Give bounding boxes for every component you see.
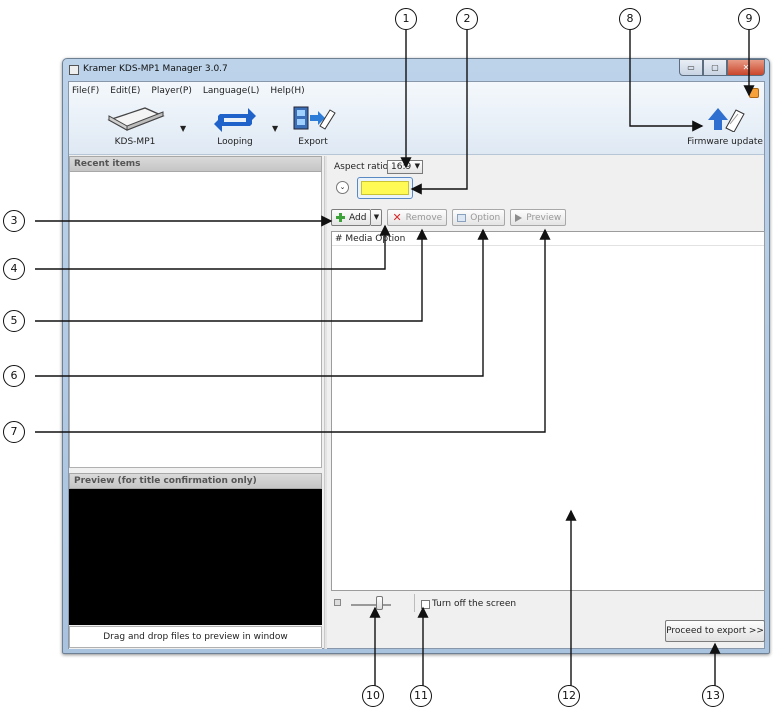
minimize-button[interactable]: ▭ bbox=[679, 59, 703, 76]
maximize-button[interactable]: ▢ bbox=[703, 59, 727, 76]
media-list-header: # Media Option bbox=[332, 232, 764, 246]
callout-4: 4 bbox=[3, 258, 25, 280]
callout-10: 10 bbox=[362, 685, 384, 707]
preview-window[interactable] bbox=[69, 489, 322, 625]
app-icon bbox=[69, 65, 79, 75]
add-button[interactable]: Add bbox=[331, 209, 372, 226]
looping-icon bbox=[214, 108, 256, 132]
client-area: File(F) Edit(E) Player(P) Language(L) He… bbox=[68, 81, 765, 649]
media-list[interactable]: # Media Option bbox=[331, 231, 765, 591]
preview-button[interactable]: Preview bbox=[510, 209, 567, 226]
menu-edit[interactable]: Edit(E) bbox=[109, 85, 141, 97]
window-title: Kramer KDS-MP1 Manager 3.0.7 bbox=[83, 64, 228, 74]
export-label: Export bbox=[298, 137, 328, 147]
footer-divider bbox=[414, 594, 415, 612]
speaker-icon bbox=[334, 599, 341, 606]
app-window: Kramer KDS-MP1 Manager 3.0.7 ▭ ▢ ✕ File(… bbox=[62, 58, 770, 654]
option-icon bbox=[457, 213, 467, 222]
remove-label: Remove bbox=[405, 212, 443, 223]
remove-button[interactable]: ✕ Remove bbox=[387, 209, 448, 226]
drag-drop-hint: Drag and drop files to preview in window bbox=[69, 626, 322, 648]
menu-file[interactable]: File(F) bbox=[71, 85, 100, 97]
aspect-ratio-value: 16:9 bbox=[391, 162, 412, 172]
chevron-down-icon: ▼ bbox=[414, 162, 420, 170]
looping-tool[interactable]: Looping bbox=[209, 104, 261, 147]
callout-6: 6 bbox=[3, 365, 25, 387]
expand-toggle[interactable]: ⌄ bbox=[336, 181, 349, 194]
export-icon bbox=[293, 106, 336, 130]
callout-3: 3 bbox=[3, 210, 25, 232]
title-bar[interactable]: Kramer KDS-MP1 Manager 3.0.7 ▭ ▢ ✕ bbox=[63, 59, 769, 81]
device-tool[interactable]: KDS-MP1 bbox=[99, 104, 171, 147]
callout-11: 11 bbox=[410, 685, 432, 707]
aspect-ratio-label: Aspect ratio bbox=[334, 162, 389, 172]
ribbon: File(F) Edit(E) Player(P) Language(L) He… bbox=[69, 82, 764, 155]
window-controls: ▭ ▢ ✕ bbox=[679, 59, 765, 76]
media-toolbar: Add ▼ ✕ Remove Option Preview bbox=[331, 209, 567, 226]
callout-8: 8 bbox=[619, 8, 641, 30]
close-button[interactable]: ✕ bbox=[727, 59, 765, 76]
remove-icon: ✕ bbox=[392, 211, 402, 224]
callout-9: 9 bbox=[738, 8, 760, 30]
menu-player[interactable]: Player(P) bbox=[150, 85, 192, 97]
proceed-to-export-button[interactable]: Proceed to export >> bbox=[665, 620, 765, 642]
add-label: Add bbox=[349, 212, 367, 223]
left-panel: Recent items Preview (for title confirma… bbox=[69, 156, 322, 649]
help-icon[interactable] bbox=[749, 88, 759, 98]
export-tool[interactable]: Export bbox=[289, 104, 337, 147]
volume-track bbox=[351, 604, 391, 606]
menu-bar: File(F) Edit(E) Player(P) Language(L) He… bbox=[71, 85, 306, 97]
recent-items-list[interactable] bbox=[69, 172, 322, 468]
option-button[interactable]: Option bbox=[452, 209, 506, 226]
menu-help[interactable]: Help(H) bbox=[269, 85, 305, 97]
aspect-ratio-select[interactable]: 16:9 ▼ bbox=[387, 160, 423, 174]
add-dropdown-button[interactable]: ▼ bbox=[371, 209, 383, 226]
device-label: KDS-MP1 bbox=[114, 137, 156, 147]
player-footer: Turn off the screen Proceed to export >> bbox=[331, 592, 765, 648]
callout-12: 12 bbox=[558, 685, 580, 707]
panel-splitter[interactable] bbox=[324, 156, 327, 649]
preview-header: Preview (for title confirmation only) bbox=[69, 473, 322, 489]
background-color-swatch[interactable] bbox=[357, 177, 413, 199]
device-icon bbox=[107, 107, 165, 131]
callout-1: 1 bbox=[395, 8, 417, 30]
volume-slider[interactable] bbox=[351, 596, 391, 610]
looping-label: Looping bbox=[217, 137, 253, 147]
swatch-color bbox=[361, 181, 409, 195]
device-dropdown-icon[interactable]: ▼ bbox=[180, 124, 186, 133]
turn-off-screen-label: Turn off the screen bbox=[432, 599, 517, 609]
turn-off-screen-checkbox[interactable] bbox=[421, 600, 430, 609]
callout-13: 13 bbox=[702, 685, 724, 707]
preview-label: Preview bbox=[526, 212, 562, 223]
menu-language[interactable]: Language(L) bbox=[202, 85, 260, 97]
option-label: Option bbox=[470, 212, 501, 223]
looping-dropdown-icon[interactable]: ▼ bbox=[272, 124, 278, 133]
callout-7: 7 bbox=[3, 421, 25, 443]
firmware-tool[interactable]: Firmware update bbox=[687, 104, 763, 147]
callout-2: 2 bbox=[456, 8, 478, 30]
firmware-label: Firmware update bbox=[687, 137, 763, 147]
right-panel: Aspect ratio 16:9 ▼ ⌄ Add ▼ ✕ Remove Opt… bbox=[331, 156, 766, 649]
recent-items-header: Recent items bbox=[69, 156, 322, 172]
firmware-update-icon bbox=[708, 108, 745, 133]
volume-thumb[interactable] bbox=[376, 596, 383, 610]
plus-icon bbox=[336, 213, 345, 222]
play-icon bbox=[515, 213, 523, 222]
callout-5: 5 bbox=[3, 310, 25, 332]
